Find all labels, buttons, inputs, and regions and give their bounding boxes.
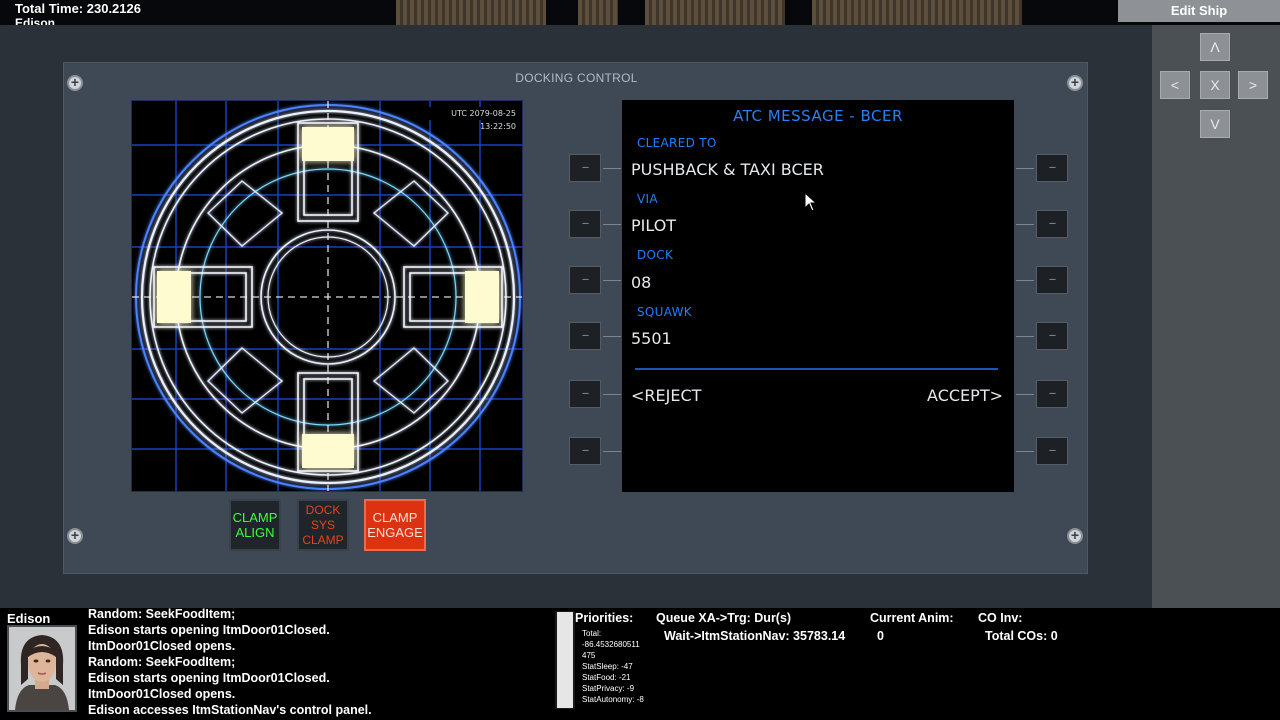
squawk-label: SQUAWK: [637, 305, 692, 319]
clamp-align-label-2: ALIGN: [235, 525, 275, 540]
lsk-connector: [1016, 394, 1034, 395]
lsk-connector: [1016, 336, 1034, 337]
lsk-connector: [1016, 168, 1034, 169]
clamp-bottom-indicator: [302, 434, 354, 468]
log-line: Random: SeekFoodItem;: [88, 607, 236, 621]
co-inv-header: CO Inv:: [978, 611, 1023, 625]
nav-down-button[interactable]: V: [1200, 110, 1230, 138]
priority-line: StatFood: -21: [582, 673, 631, 682]
squawk-value: 5501: [631, 329, 672, 348]
log-line: Edison starts opening ItmDoor01Closed.: [88, 671, 330, 685]
edit-ship-button[interactable]: Edit Ship: [1118, 0, 1280, 22]
queue-value: Wait->ItmStationNav: 35783.14: [664, 629, 846, 643]
screw-icon: +: [1067, 528, 1083, 544]
priority-line: StatAutonomy: -8: [582, 695, 644, 704]
lsk-right-6[interactable]: ---: [1036, 437, 1068, 465]
lsk-left-3[interactable]: ---: [569, 266, 601, 294]
log-line: Random: SeekFoodItem;: [88, 655, 236, 669]
clamp-engage-button[interactable]: CLAMP ENGAGE: [364, 499, 426, 551]
nav-close-button[interactable]: X: [1200, 71, 1230, 99]
via-label: VIA: [637, 192, 658, 206]
dock-sys-clamp-button[interactable]: DOCK SYS CLAMP: [297, 499, 349, 551]
nav-up-button[interactable]: Λ: [1200, 33, 1230, 61]
via-value: PILOT: [631, 216, 677, 235]
atc-message-screen: ATC MESSAGE - BCER CLEARED TO PUSHBACK &…: [622, 100, 1014, 492]
lsk-connector: [603, 280, 621, 281]
clamp-engage-label-2: ENGAGE: [367, 525, 423, 540]
dock-sys-label-3: CLAMP: [302, 532, 344, 547]
clamp-left-indicator: [157, 271, 191, 323]
lsk-left-6[interactable]: ---: [569, 437, 601, 465]
priority-line: 475: [582, 651, 596, 660]
scrollbar-thumb[interactable]: [557, 612, 573, 708]
nav-left-button[interactable]: <: [1160, 71, 1190, 99]
lsk-right-5[interactable]: ---: [1036, 380, 1068, 408]
clamp-right-indicator: [465, 271, 499, 323]
screw-icon: +: [67, 528, 83, 544]
character-name-top: Edison: [15, 16, 56, 25]
utc-timestamp: UTC 2079-08-25 13:22:50: [419, 107, 519, 131]
lsk-connector: [1016, 224, 1034, 225]
lsk-left-1[interactable]: ---: [569, 154, 601, 182]
clamp-engage-label-1: CLAMP: [372, 510, 418, 525]
total-time: Total Time: 230.2126: [15, 1, 141, 16]
priority-line: StatSleep: -47: [582, 662, 633, 671]
co-inv-value: Total COs: 0: [985, 629, 1058, 643]
log-line: Edison accesses ItmStationNav's control …: [88, 703, 372, 717]
lsk-right-2[interactable]: ---: [1036, 210, 1068, 238]
screen-separator: [635, 368, 998, 370]
lsk-left-2[interactable]: ---: [569, 210, 601, 238]
lsk-connector: [603, 451, 621, 452]
priority-line: StatPrivacy: -9: [582, 684, 635, 693]
anim-header: Current Anim:: [870, 611, 954, 625]
lsk-left-5[interactable]: ---: [569, 380, 601, 408]
lsk-connector: [1016, 280, 1034, 281]
docking-ring-diagram: [132, 101, 522, 491]
character-portrait[interactable]: [7, 625, 77, 712]
clamp-top-indicator: [302, 127, 354, 161]
nav-right-button[interactable]: >: [1238, 71, 1268, 99]
dock-label: DOCK: [637, 248, 674, 262]
lsk-connector: [603, 336, 621, 337]
lsk-left-4[interactable]: ---: [569, 322, 601, 350]
screw-icon: +: [1067, 75, 1083, 91]
screw-icon: +: [67, 75, 83, 91]
space-background: [0, 0, 1280, 25]
queue-header: Queue XA->Trg: Dur(s): [656, 611, 792, 625]
anim-value: 0: [877, 629, 884, 643]
clamp-align-button[interactable]: CLAMP ALIGN: [229, 499, 281, 551]
character-name: Edison: [7, 611, 51, 626]
log-line: ItmDoor01Closed opens.: [88, 687, 236, 701]
priority-line: Total:: [582, 629, 602, 638]
log-line: Edison starts opening ItmDoor01Closed.: [88, 623, 330, 637]
priorities-header: Priorities:: [575, 611, 634, 625]
avatar: [9, 627, 75, 710]
atc-message-title: ATC MESSAGE - BCER: [733, 107, 903, 125]
lsk-right-4[interactable]: ---: [1036, 322, 1068, 350]
clamp-align-label-1: CLAMP: [232, 510, 278, 525]
cleared-to-value: PUSHBACK & TAXI BCER: [631, 160, 824, 179]
lsk-connector: [603, 224, 621, 225]
priority-line: -86.4532680511: [582, 640, 640, 649]
reject-option[interactable]: <REJECT: [631, 386, 701, 405]
mouse-cursor-icon: [804, 192, 818, 212]
dock-value: 08: [631, 273, 652, 292]
lsk-connector: [1016, 451, 1034, 452]
cleared-to-label: CLEARED TO: [637, 136, 717, 150]
panel-title: DOCKING CONTROL: [515, 71, 638, 85]
dock-sys-label-1: DOCK: [305, 502, 341, 517]
lsk-right-1[interactable]: ---: [1036, 154, 1068, 182]
lsk-connector: [603, 168, 621, 169]
lsk-connector: [603, 394, 621, 395]
docking-radar-display: [131, 100, 523, 492]
lsk-right-3[interactable]: ---: [1036, 266, 1068, 294]
event-log: Random: SeekFoodItem; Edison starts open…: [88, 602, 528, 718]
accept-option[interactable]: ACCEPT>: [927, 386, 1003, 405]
dock-sys-label-2: SYS: [310, 517, 335, 532]
log-line: ItmDoor01Closed opens.: [88, 639, 236, 653]
